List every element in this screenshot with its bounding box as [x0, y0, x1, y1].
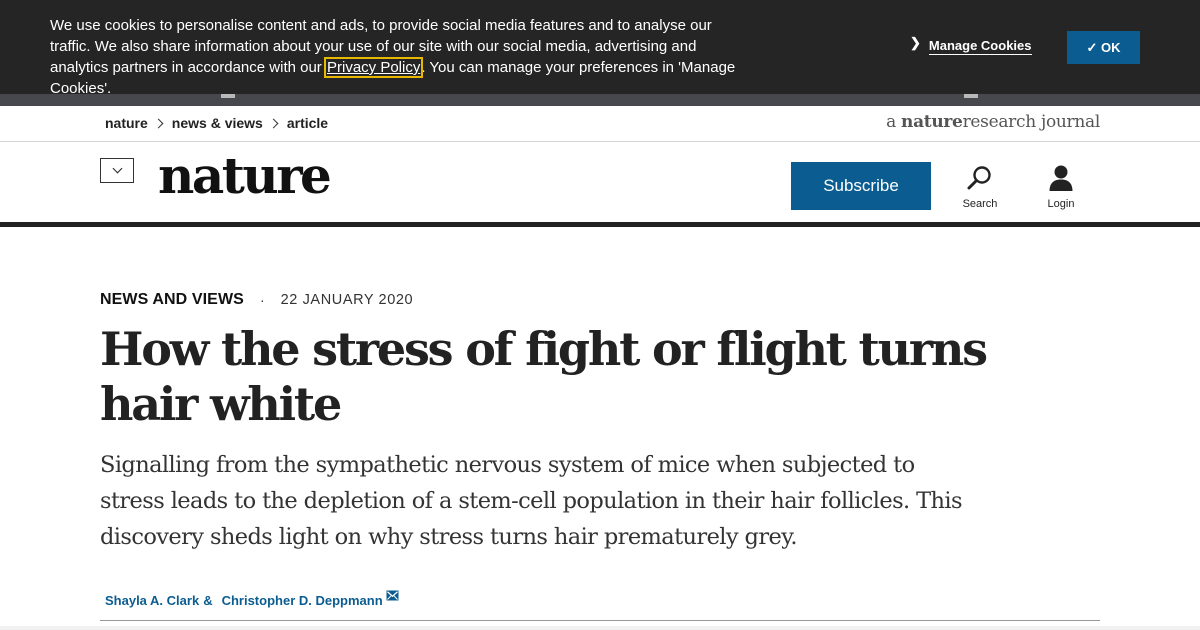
privacy-policy-link[interactable]: Privacy Policy	[323, 57, 424, 78]
breadcrumb-bar: nature news & views article a naturerese…	[0, 106, 1200, 142]
login-button[interactable]: Login	[1031, 162, 1091, 212]
article-title: How the stress of fight or flight turns …	[100, 322, 988, 431]
article-divider	[100, 620, 1100, 621]
search-icon	[950, 162, 1010, 194]
chevron-down-icon	[112, 163, 122, 174]
site-header: nature Subscribe Search Login	[0, 142, 1200, 222]
nature-research-tagline[interactable]: a natureresearch journal	[886, 112, 1100, 132]
manage-cookies-label: Manage Cookies	[928, 38, 1032, 55]
user-icon	[1031, 162, 1091, 194]
login-label: Login	[1047, 198, 1075, 210]
mail-icon[interactable]	[386, 589, 399, 604]
author-link[interactable]: Shayla A. Clark	[105, 593, 199, 608]
meta-separator: ·	[259, 292, 265, 308]
strip-marker	[221, 94, 235, 98]
header-strip	[0, 94, 1200, 106]
ok-button[interactable]: ✓ OK	[1067, 31, 1140, 64]
tagline-middle: research	[962, 112, 1037, 132]
article-meta: NEWS AND VIEWS · 22 JANUARY 2020	[100, 291, 413, 309]
publication-date: 22 JANUARY 2020	[280, 292, 414, 308]
author-joiner: &	[203, 593, 213, 608]
header-divider	[0, 222, 1200, 227]
cookie-message: We use cookies to personalise content an…	[50, 15, 750, 99]
author-link[interactable]: Christopher D. Deppmann	[222, 593, 383, 608]
breadcrumb-item-nature[interactable]: nature	[105, 115, 148, 131]
breadcrumb: nature news & views article	[105, 115, 328, 131]
search-button[interactable]: Search	[950, 162, 1010, 212]
subscribe-button[interactable]: Subscribe	[791, 162, 931, 210]
tagline-brand: nature	[901, 112, 963, 132]
chevron-right-icon	[268, 118, 279, 128]
tagline-prefix: a	[886, 112, 902, 132]
article-standfirst: Signalling from the sympathetic nervous …	[100, 452, 963, 550]
tagline-suffix: journal	[1035, 112, 1100, 132]
menu-toggle-button[interactable]	[100, 158, 134, 183]
breadcrumb-item-article: article	[286, 115, 329, 131]
manage-cookies-button[interactable]: ❯ Manage Cookies	[910, 35, 1032, 55]
search-label: Search	[962, 198, 998, 210]
page-bottom-edge	[0, 626, 1200, 630]
article-type[interactable]: NEWS AND VIEWS	[100, 291, 244, 309]
chevron-right-icon: ❯	[910, 35, 921, 50]
chevron-right-icon	[153, 118, 164, 128]
author-list: Shayla A. Clark & Christopher D. Deppman…	[105, 590, 399, 608]
cookie-banner: We use cookies to personalise content an…	[0, 0, 1200, 97]
strip-marker	[964, 94, 978, 98]
nature-logo[interactable]: nature	[158, 146, 332, 205]
breadcrumb-item-news-views[interactable]: news & views	[172, 115, 263, 131]
